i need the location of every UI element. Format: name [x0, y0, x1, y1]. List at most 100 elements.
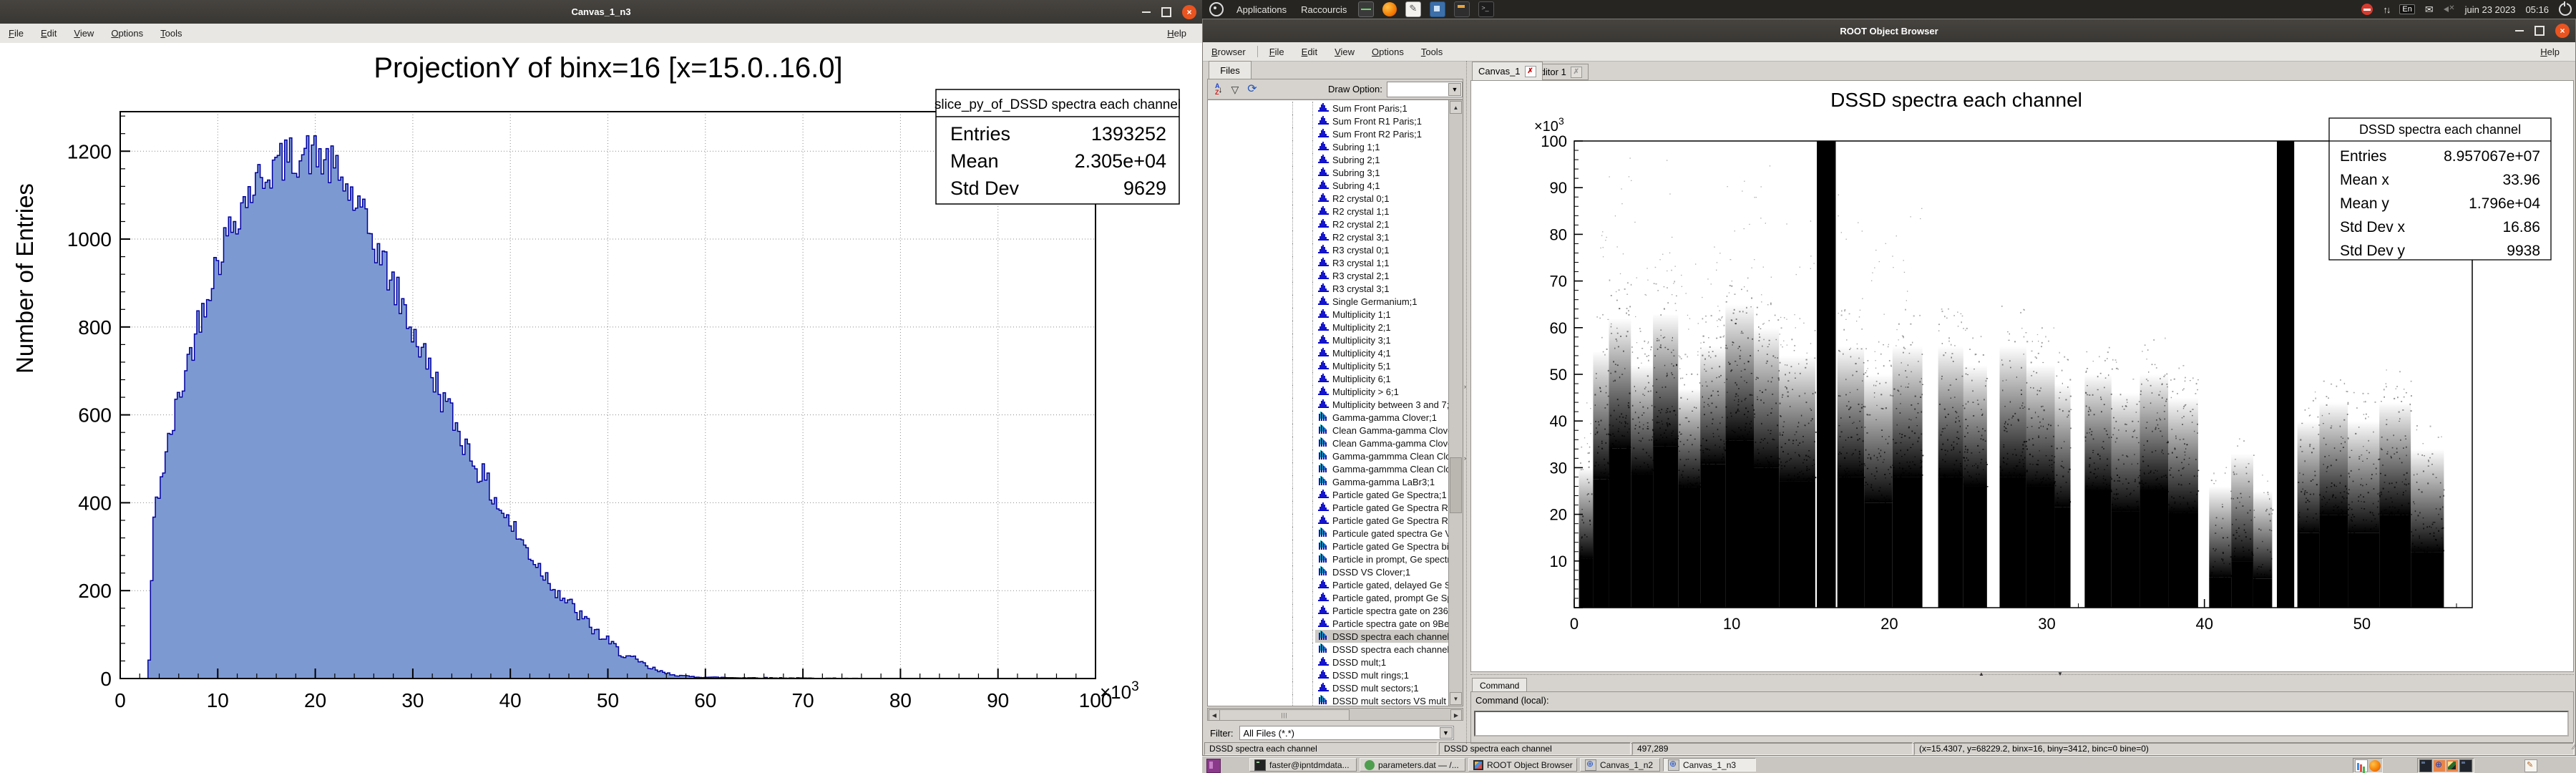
tree-item[interactable]: Particle gated Ge Spectra;1 — [1208, 488, 1463, 501]
menu-file[interactable]: File — [1261, 47, 1293, 57]
tab-canvas-1[interactable]: Canvas_1 ✗ — [1472, 62, 1543, 80]
tree-item[interactable]: Multiplicity 6;1 — [1208, 372, 1463, 385]
tree-item-row[interactable]: R2 crystal 0;1 — [1315, 192, 1392, 205]
scroll-up-icon[interactable]: ▲ — [1450, 101, 1462, 114]
do-not-disturb-icon[interactable] — [2361, 4, 2373, 15]
tree-item[interactable]: Sum Front R1 Paris;1 — [1208, 115, 1463, 127]
menu-view[interactable]: View — [65, 28, 102, 39]
menu-tools[interactable]: Tools — [152, 28, 190, 39]
tree-item[interactable]: Particle gated Ge Spectra bidim — [1208, 540, 1463, 553]
menu-options[interactable]: Options — [102, 28, 152, 39]
tree-item[interactable]: Subring 2;1 — [1208, 153, 1463, 166]
tree-item[interactable]: Particle gated, delayed Ge Spec — [1208, 578, 1463, 591]
splitter-arrow-icon[interactable]: › — [1464, 454, 1466, 462]
tree-item-row[interactable]: Sum Front Paris;1 — [1315, 102, 1410, 115]
tree-item[interactable]: Subring 1;1 — [1208, 140, 1463, 153]
notes-icon[interactable] — [2524, 759, 2537, 772]
panel-menu-applications[interactable]: Applications — [1229, 4, 1294, 15]
software-icon[interactable] — [1430, 1, 1445, 17]
menu-help[interactable]: Help — [2532, 47, 2568, 57]
tree-item[interactable]: R2 crystal 0;1 — [1208, 192, 1463, 205]
keyboard-layout-badge[interactable]: En — [2399, 4, 2414, 14]
taskbar-button[interactable]: Canvas_1_n3 — [1663, 758, 1756, 772]
maximize-icon[interactable] — [2534, 26, 2545, 36]
tree-item-row[interactable]: R2 crystal 2;1 — [1315, 218, 1392, 230]
embedded-canvas-area[interactable]: 01020304050102030405060708090100×103DSSD… — [1470, 80, 2574, 672]
tree-item-row[interactable]: DSSD mult;1 — [1315, 656, 1389, 669]
tree-item-row[interactable]: R3 crystal 0;1 — [1315, 243, 1392, 256]
tree-item[interactable]: Sum Front R2 Paris;1 — [1208, 127, 1463, 140]
tree-item[interactable]: Particle spectra gate on 9Be;1 — [1208, 617, 1463, 630]
distributor-logo-icon[interactable] — [1209, 2, 1224, 16]
taskbar-button[interactable]: parameters.dat — /... — [1360, 758, 1465, 772]
tree-item-row[interactable]: R3 crystal 3;1 — [1315, 282, 1392, 295]
menu-tools[interactable]: Tools — [1413, 47, 1451, 57]
resize-grip[interactable]: ⁄⁄ — [2573, 744, 2575, 752]
tree-item[interactable]: R3 crystal 1;1 — [1208, 256, 1463, 269]
tree-item[interactable]: Particle gated Ge Spectra R2;1 — [1208, 501, 1463, 514]
scrollbar-thumb[interactable]: ||| — [1219, 709, 1350, 721]
network-updown-icon[interactable]: ↑↓ — [2383, 4, 2389, 15]
tree-item-row[interactable]: Particle gated Ge Spectra bidim — [1315, 540, 1463, 553]
close-icon[interactable]: × — [1182, 5, 1196, 19]
tree-item-row[interactable]: Gamma-gamma LaBr3;1 — [1315, 475, 1438, 488]
volume-muted-icon[interactable]: ✕ — [2444, 4, 2455, 14]
close-tab-icon[interactable]: ✗ — [1571, 67, 1582, 78]
tree-item[interactable]: R3 crystal 0;1 — [1208, 243, 1463, 256]
panel-time[interactable]: 05:16 — [2525, 4, 2549, 15]
tree-item-row[interactable]: Single Germanium;1 — [1315, 295, 1420, 308]
tree-item[interactable]: DSSD spectra each channel;1 — [1208, 630, 1463, 643]
maximize-icon[interactable] — [1161, 7, 1171, 17]
menu-file[interactable]: File — [0, 28, 32, 39]
menu-browser[interactable]: Browser — [1203, 47, 1254, 57]
tree-item[interactable]: Clean Gamma-gamma Clover M — [1208, 437, 1463, 449]
chevron-down-icon[interactable]: ▼ — [1448, 83, 1461, 96]
tree-item[interactable]: Particle gated, prompt Ge Spect — [1208, 591, 1463, 604]
taskbar-button[interactable]: faster@ipntdmdata... — [1249, 758, 1357, 772]
color-histogram-icon[interactable] — [2355, 759, 2368, 772]
tree-item[interactable]: R3 crystal 2;1 — [1208, 269, 1463, 282]
tree-item[interactable]: DSSD mult;1 — [1208, 656, 1463, 669]
chevron-down-icon[interactable]: ▼ — [1440, 727, 1453, 739]
tree-item[interactable]: Multiplicity 5;1 — [1208, 359, 1463, 372]
tree-item-row[interactable]: Multiplicity between 3 and 7;1 — [1315, 398, 1458, 411]
window-icon[interactable] — [2419, 759, 2432, 772]
tree-item[interactable]: Sum Front Paris;1 — [1208, 102, 1463, 115]
tree-item-row[interactable]: Multiplicity 3;1 — [1315, 334, 1394, 346]
tree-item[interactable]: R2 crystal 1;1 — [1208, 205, 1463, 218]
minimize-icon[interactable] — [2515, 30, 2524, 31]
minimize-icon[interactable] — [1142, 11, 1151, 13]
tree-item[interactable]: Gamma-gammma Clean Clover — [1208, 462, 1463, 475]
tree-item[interactable]: DSSD spectra each channel 1R1 — [1208, 643, 1463, 656]
tree-item-row[interactable]: Particule gated spectra Ge VS p — [1315, 527, 1463, 540]
browser-titlebar[interactable]: ROOT Object Browser × — [1203, 19, 2575, 42]
tree-item-row[interactable]: Multiplicity 6;1 — [1315, 372, 1394, 385]
tree-item-row[interactable]: Particle spectra gate on 9Be;1 — [1315, 617, 1460, 630]
tree-item[interactable]: Multiplicity 1;1 — [1208, 308, 1463, 321]
tree-item-row[interactable]: R2 crystal 1;1 — [1315, 205, 1392, 218]
tree-item[interactable]: Gamma-gamma Clover;1 — [1208, 411, 1463, 424]
tree-item-row[interactable]: Multiplicity 5;1 — [1315, 359, 1394, 372]
tree-item-row[interactable]: Gamma-gammma Clean Clover — [1315, 449, 1463, 462]
tree-item[interactable]: R2 crystal 2;1 — [1208, 218, 1463, 230]
tree-item[interactable]: Clean Gamma-gamma Clover;1 — [1208, 424, 1463, 437]
tree-item-row[interactable]: Multiplicity 4;1 — [1315, 346, 1394, 359]
draw-option-combo[interactable]: ▼ — [1387, 82, 1463, 97]
command-input[interactable] — [1474, 711, 2569, 736]
firefox-icon[interactable] — [1382, 2, 1397, 16]
tree-item-row[interactable]: R3 crystal 2;1 — [1315, 269, 1392, 282]
tree-item-row[interactable]: Particle spectra gate on 236U;1 — [1315, 604, 1463, 617]
taskbar-button[interactable]: ROOT Object Browser — [1468, 758, 1577, 772]
mail-icon[interactable]: ✉ — [2425, 4, 2434, 16]
window-dark-icon[interactable] — [2459, 759, 2472, 772]
tree-item[interactable]: DSSD mult rings;1 — [1208, 669, 1463, 681]
scroll-right-icon[interactable]: ▶ — [1450, 709, 1462, 721]
tree-item-row[interactable]: Multiplicity > 6;1 — [1315, 385, 1402, 398]
menu-options[interactable]: Options — [1363, 47, 1413, 57]
power-icon[interactable] — [2559, 3, 2572, 16]
workspace-icon[interactable] — [1206, 759, 1221, 773]
tree-item-row[interactable]: Gamma-gamma Clover;1 — [1315, 411, 1440, 424]
tree-item-row[interactable]: Clean Gamma-gamma Clover M — [1315, 437, 1463, 449]
tree-item-row[interactable]: R3 crystal 1;1 — [1315, 256, 1392, 269]
tree-item-row[interactable]: Particle gated Ge Spectra R2;1 — [1315, 501, 1463, 514]
